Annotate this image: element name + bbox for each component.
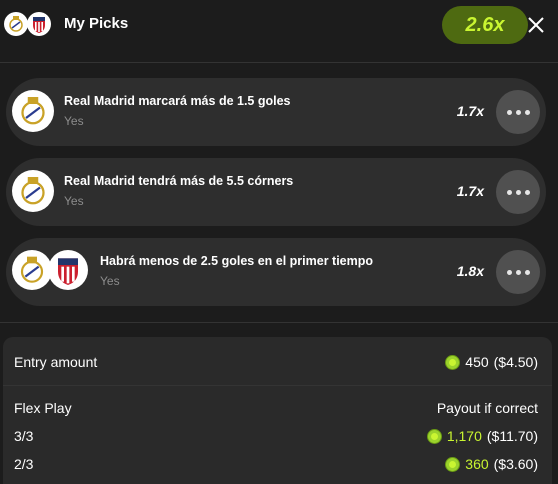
pick-multiplier: 1.7x (456, 183, 484, 199)
more-options-icon (507, 110, 512, 115)
flex-play-label: Flex Play (14, 400, 72, 416)
coin-icon (445, 354, 461, 370)
payout-row-value: 1,170 ($11.70) (426, 428, 538, 444)
payout-row-value: 360 ($3.60) (445, 456, 538, 472)
entry-usd: ($4.50) (493, 354, 538, 370)
page-title: My Picks (64, 15, 129, 32)
atletico-madrid-crest-icon (48, 250, 88, 290)
coin-icon (426, 428, 442, 444)
payout-coins: 1,170 (446, 428, 482, 444)
pick-selection: Yes (64, 114, 84, 128)
pick-title: Habrá menos de 2.5 goles en el primer ti… (100, 254, 374, 268)
section-divider (0, 322, 558, 323)
real-madrid-crest-icon (12, 170, 54, 212)
pick-selection: Yes (64, 194, 84, 208)
pick-multiplier: 1.8x (456, 263, 484, 279)
payout-usd: ($3.60) (493, 456, 538, 472)
payout-coins: 360 (465, 456, 489, 472)
more-options-icon (507, 270, 512, 275)
real-madrid-crest-icon (12, 90, 54, 132)
pick-multiplier: 1.7x (456, 103, 484, 119)
summary-divider (3, 385, 552, 386)
coin-icon (445, 456, 461, 472)
atletico-madrid-crest-icon (27, 12, 51, 36)
payout-label: Payout if correct (436, 400, 538, 416)
pick-card: Real Madrid marcará más de 1.5 goles Yes… (6, 78, 546, 146)
more-options-button[interactable] (496, 250, 540, 294)
payout-row-label: 3/3 (14, 428, 34, 444)
pick-title: Real Madrid tendrá más de 5.5 córners (64, 174, 294, 188)
more-options-button[interactable] (496, 90, 540, 134)
entry-summary-panel: Entry amount 450 ($4.50) Flex Play Payou… (3, 337, 552, 484)
payout-usd: ($11.70) (486, 428, 538, 444)
more-options-button[interactable] (496, 170, 540, 214)
close-icon[interactable] (526, 15, 546, 35)
entry-amount-value: 450 ($4.50) (445, 354, 538, 370)
real-madrid-crest-icon (4, 12, 28, 36)
real-madrid-crest-icon (12, 250, 52, 290)
pick-card: Real Madrid tendrá más de 5.5 córners Ye… (6, 158, 546, 226)
pick-selection: Yes (100, 274, 120, 288)
entry-amount-label: Entry amount (14, 354, 98, 370)
payout-row-label: 2/3 (14, 456, 34, 472)
picks-header: My Picks 2.6x (0, 0, 558, 52)
entry-coins: 450 (465, 354, 489, 370)
pick-title: Real Madrid marcará más de 1.5 goles (64, 94, 291, 108)
total-multiplier-badge: 2.6x (442, 6, 528, 44)
header-divider (0, 62, 558, 63)
pick-card: Habrá menos de 2.5 goles en el primer ti… (6, 238, 546, 306)
more-options-icon (507, 190, 512, 195)
